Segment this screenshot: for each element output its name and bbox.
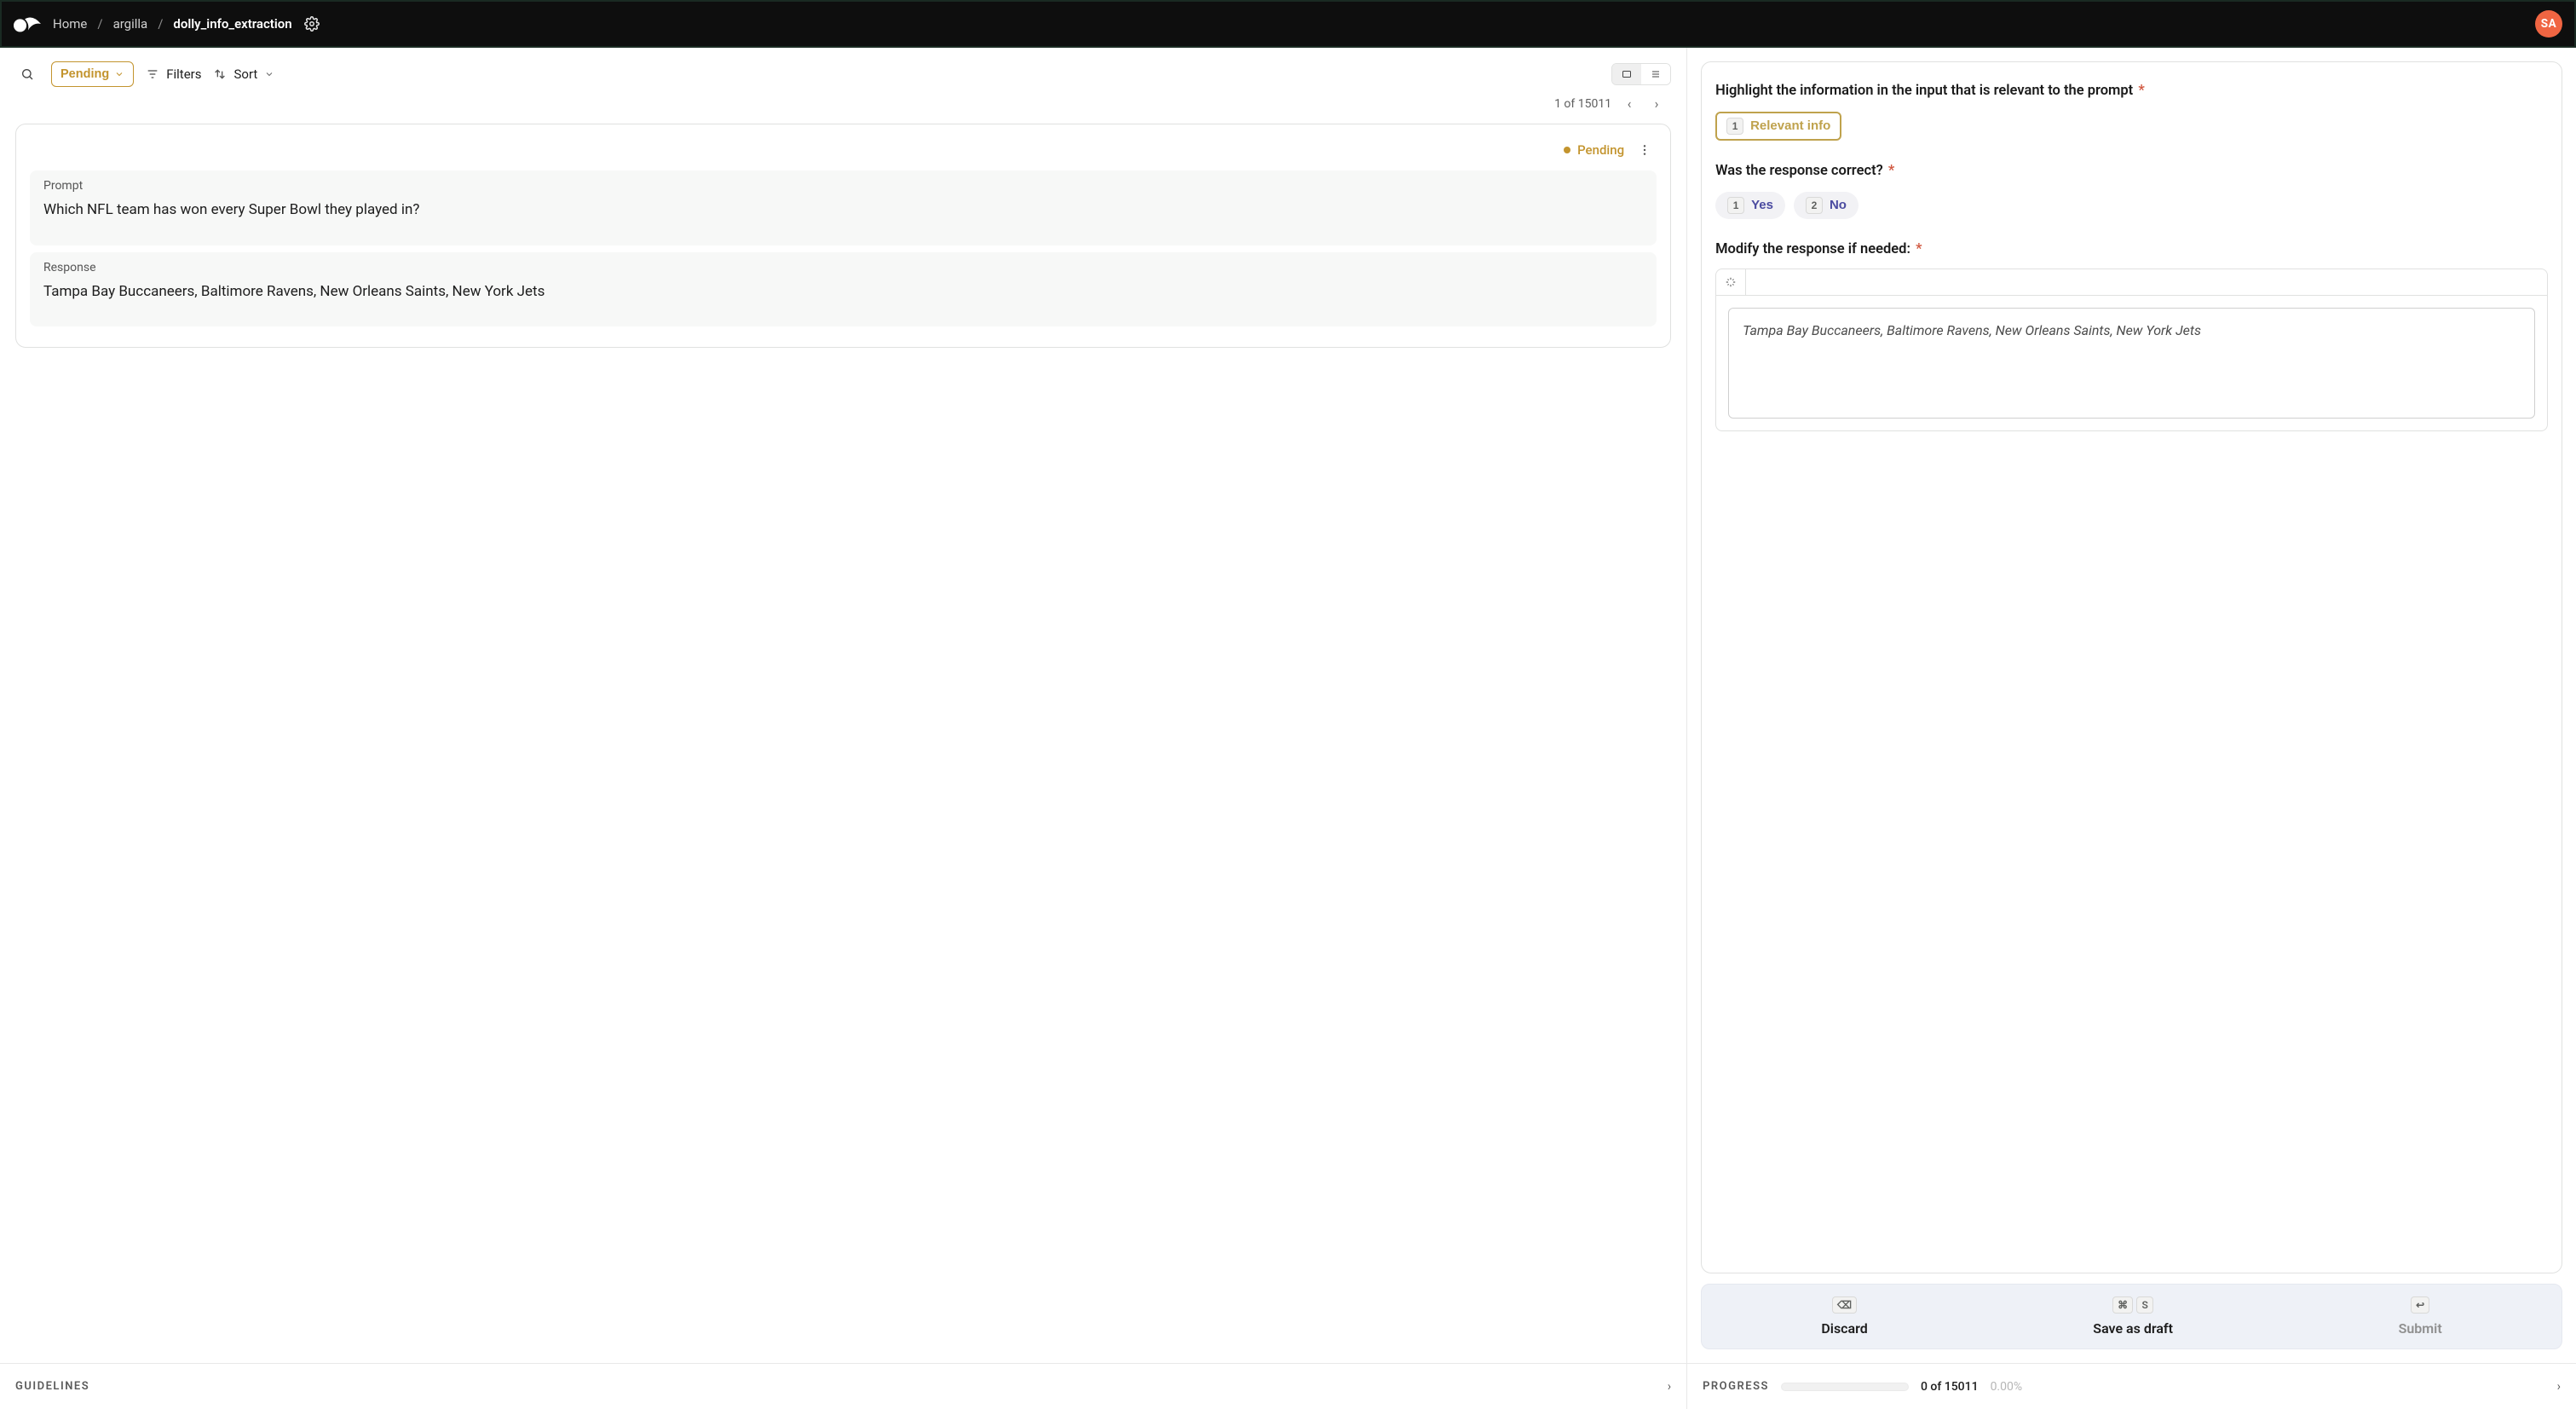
option-text: Yes: [1751, 198, 1773, 212]
option-key: 2: [1806, 197, 1823, 214]
question-title-text: Highlight the information in the input t…: [1715, 83, 2133, 99]
annotation-panel: Highlight the information in the input t…: [1687, 48, 2576, 1363]
guidelines-label: GUIDELINES: [15, 1380, 89, 1393]
prev-record-button[interactable]: ‹: [1620, 95, 1639, 112]
main: Pending Filters Sort: [0, 48, 2576, 1363]
breadcrumb-sep: /: [97, 16, 102, 32]
progress-bar: [1781, 1383, 1909, 1391]
questions-container: Highlight the information in the input t…: [1701, 61, 2562, 1273]
sort-label: Sort: [233, 66, 257, 82]
discard-key: ⌫: [1832, 1296, 1857, 1314]
view-mode-toggle: [1611, 63, 1671, 85]
question-title: Modify the response if needed: *: [1715, 240, 2548, 260]
app-logo: [14, 15, 41, 32]
span-label-key: 1: [1726, 118, 1743, 135]
breadcrumb-home[interactable]: Home: [53, 16, 87, 32]
record-card-header: Pending: [28, 131, 1658, 164]
pagination: 1 of 15011 ‹ ›: [0, 87, 1686, 112]
user-avatar[interactable]: SA: [2535, 10, 2562, 38]
sort-icon: [213, 67, 227, 81]
breadcrumb: Home / argilla / dolly_info_extraction: [53, 16, 292, 32]
label-option-yes[interactable]: 1 Yes: [1715, 192, 1785, 219]
record-status-label: Pending: [1577, 142, 1624, 158]
record-status: Pending: [1564, 142, 1624, 158]
submit-button[interactable]: ↩ Submit: [2399, 1296, 2442, 1337]
field-label: Prompt: [43, 179, 1643, 193]
discard-label: Discard: [1821, 1320, 1867, 1337]
breadcrumb-sep: /: [158, 16, 163, 32]
sparkle-icon: [1725, 276, 1737, 288]
chevron-right-icon: ›: [1668, 1379, 1671, 1394]
chevron-right-icon: ›: [2557, 1379, 2561, 1394]
label-option-no[interactable]: 2 No: [1794, 192, 1859, 219]
field-response: Response Tampa Bay Buccaneers, Baltimore…: [30, 252, 1657, 327]
status-dot-icon: [1564, 147, 1570, 153]
filter-icon: [146, 67, 159, 81]
app-footer: GUIDELINES › PROGRESS 0 of 15011 0.00% ›: [0, 1363, 2576, 1409]
label-options: 1 Yes 2 No: [1715, 192, 2548, 219]
action-bar: ⌫ Discard ⌘ S Save as draft ↩ Submit: [1701, 1284, 2562, 1349]
draft-key-0: ⌘: [2112, 1296, 2133, 1314]
progress-percent: 0.00%: [1991, 1380, 2023, 1394]
progress-text: 0 of 15011: [1921, 1380, 1979, 1394]
guidelines-toggle[interactable]: GUIDELINES ›: [0, 1364, 1687, 1409]
span-label-text: Relevant info: [1750, 118, 1830, 133]
question-title-text: Modify the response if needed:: [1715, 241, 1910, 257]
field-prompt: Prompt Which NFL team has won every Supe…: [30, 170, 1657, 245]
required-asterisk: *: [2138, 83, 2144, 99]
draft-label: Save as draft: [2093, 1320, 2173, 1337]
text-editor-tab[interactable]: [1716, 269, 1746, 295]
field-value: Tampa Bay Buccaneers, Baltimore Ravens, …: [43, 281, 1643, 303]
view-focus-button[interactable]: [1612, 64, 1641, 84]
submit-key: ↩: [2411, 1296, 2429, 1314]
draft-key-1: S: [2136, 1296, 2153, 1314]
option-key: 1: [1727, 197, 1744, 214]
question-span: Highlight the information in the input t…: [1715, 81, 2548, 141]
filters-button[interactable]: Filters: [146, 66, 201, 82]
view-list-button[interactable]: [1641, 64, 1670, 84]
record-menu-icon[interactable]: [1634, 140, 1655, 160]
span-label-option[interactable]: 1 Relevant info: [1715, 112, 1841, 141]
filters-label: Filters: [166, 66, 201, 82]
search-icon[interactable]: [15, 62, 39, 86]
settings-icon[interactable]: [304, 16, 320, 32]
chevron-down-icon: [114, 69, 124, 79]
records-toolbar: Pending Filters Sort: [0, 48, 1686, 87]
required-asterisk: *: [1888, 163, 1894, 179]
record-card: Pending Prompt Which NFL team has won ev…: [15, 124, 1671, 348]
pagination-text: 1 of 15011: [1554, 97, 1611, 111]
progress-toggle[interactable]: PROGRESS 0 of 15011 0.00% ›: [1687, 1364, 2576, 1409]
chevron-down-icon: [264, 69, 274, 79]
question-title: Highlight the information in the input t…: [1715, 81, 2548, 101]
breadcrumb-workspace[interactable]: argilla: [113, 16, 148, 32]
text-editor[interactable]: Tampa Bay Buccaneers, Baltimore Ravens, …: [1728, 308, 2535, 419]
text-editor-wrapper: Tampa Bay Buccaneers, Baltimore Ravens, …: [1715, 269, 2548, 431]
question-label: Was the response correct? * 1 Yes 2 No: [1715, 161, 2548, 219]
field-label: Response: [43, 261, 1643, 274]
question-title-text: Was the response correct?: [1715, 163, 1883, 179]
next-record-button[interactable]: ›: [1647, 95, 1666, 112]
question-title: Was the response correct? *: [1715, 161, 2548, 182]
text-editor-tabs: [1716, 269, 2547, 296]
submit-label: Submit: [2399, 1320, 2442, 1337]
status-filter-label: Pending: [61, 67, 109, 81]
required-asterisk: *: [1916, 241, 1922, 257]
records-panel: Pending Filters Sort: [0, 48, 1687, 1363]
question-text: Modify the response if needed: * Tampa B…: [1715, 240, 2548, 431]
save-draft-button[interactable]: ⌘ S Save as draft: [2093, 1296, 2173, 1337]
option-text: No: [1830, 198, 1847, 212]
progress-label: PROGRESS: [1703, 1380, 1769, 1393]
discard-button[interactable]: ⌫ Discard: [1821, 1296, 1867, 1337]
app-header: Home / argilla / dolly_info_extraction S…: [0, 0, 2576, 48]
breadcrumb-dataset[interactable]: dolly_info_extraction: [173, 16, 291, 32]
sort-button[interactable]: Sort: [213, 66, 274, 82]
status-filter[interactable]: Pending: [51, 61, 134, 87]
field-value: Which NFL team has won every Super Bowl …: [43, 199, 1643, 222]
